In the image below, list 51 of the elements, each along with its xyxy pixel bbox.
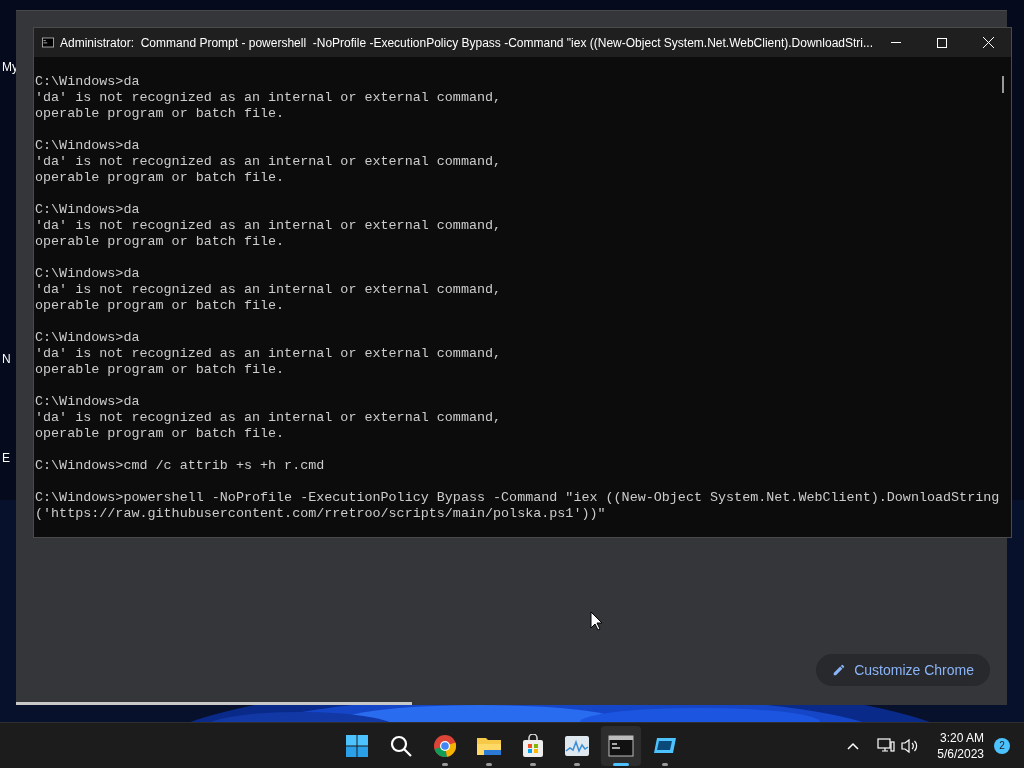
console-line: C:\Windows>da (35, 394, 140, 410)
console-line: operable program or batch file. (35, 298, 285, 314)
window-title: Administrator: Command Prompt - powershell -NoProfile -ExecutionPolicy Bypass -Command "iex ((New-Object System.Net.WebClient).DownloadStri... (60, 34, 873, 52)
console-line: 'da' is not recognized as an internal or external command, (35, 90, 502, 106)
mouse-cursor-icon (590, 611, 603, 631)
running-indicator (613, 762, 629, 766)
browser-icon (433, 733, 457, 758)
close-icon (982, 37, 994, 48)
running-indicator (574, 762, 580, 766)
console-line: operable program or batch file. (35, 362, 285, 378)
windows-logo-icon (345, 733, 369, 758)
desktop-icon-label: N (2, 351, 11, 368)
console-line: operable program or batch file. (35, 426, 285, 442)
console-line: C:\Windows>da (35, 266, 140, 282)
console-line: C:\Windows>da (35, 138, 140, 154)
console-line: C:\Windows>da (35, 202, 140, 218)
desktop-icon-label: E (2, 450, 10, 467)
chevron-up-icon[interactable] (847, 741, 860, 750)
console-line: 'da' is not recognized as an internal or external command, (35, 282, 502, 298)
console-line: 'da' is not recognized as an internal or external command, (35, 410, 502, 426)
customize-chrome-button[interactable]: Customize Chrome (816, 654, 990, 686)
console-line: C:\Windows>da (35, 74, 140, 90)
clock-date[interactable]: 5/6/2023 (937, 745, 984, 762)
console-line: 'da' is not recognized as an internal or external command, (35, 346, 502, 362)
maximize-icon (937, 37, 947, 48)
console-line: ('https://raw.githubusercontent.com/rretroo/scripts/main/polska.ps1'))" (35, 506, 606, 522)
console-line: 'da' is not recognized as an internal or external command, (35, 154, 502, 170)
running-indicator (530, 762, 536, 766)
pencil-icon (832, 663, 847, 677)
console-icon (42, 36, 54, 49)
console-icon (608, 734, 634, 757)
minimize-icon (891, 42, 901, 43)
scrollbar-thumb[interactable] (1002, 76, 1004, 93)
network-icon[interactable] (877, 737, 896, 754)
console-line: C:\Windows>powershell -NoProfile -ExecutionPolicy Bypass -Command "iex ((New-Object System.Net.WebClient).DownloadString (35, 490, 1000, 506)
clock-time[interactable]: 3:20 AM (939, 729, 984, 746)
console-line: C:\Windows>cmd /c attrib +s +h r.cmd (35, 458, 325, 474)
console-line: C:\Windows>da (35, 330, 140, 346)
search-icon (389, 733, 413, 758)
console-line: operable program or batch file. (35, 234, 285, 250)
console-line: operable program or batch file. (35, 106, 285, 122)
console-line: 'da' is not recognized as an internal or external command, (35, 218, 502, 234)
running-indicator (662, 762, 668, 766)
running-indicator (486, 762, 492, 766)
speaker-icon[interactable] (901, 737, 920, 754)
running-indicator (442, 762, 448, 766)
shopping-bag-icon (521, 733, 545, 758)
notification-badge[interactable]: 2 (994, 737, 1010, 754)
console-line: operable program or batch file. (35, 170, 285, 186)
chart-window-icon (564, 734, 590, 757)
taskbar-app-button[interactable] (601, 725, 641, 766)
